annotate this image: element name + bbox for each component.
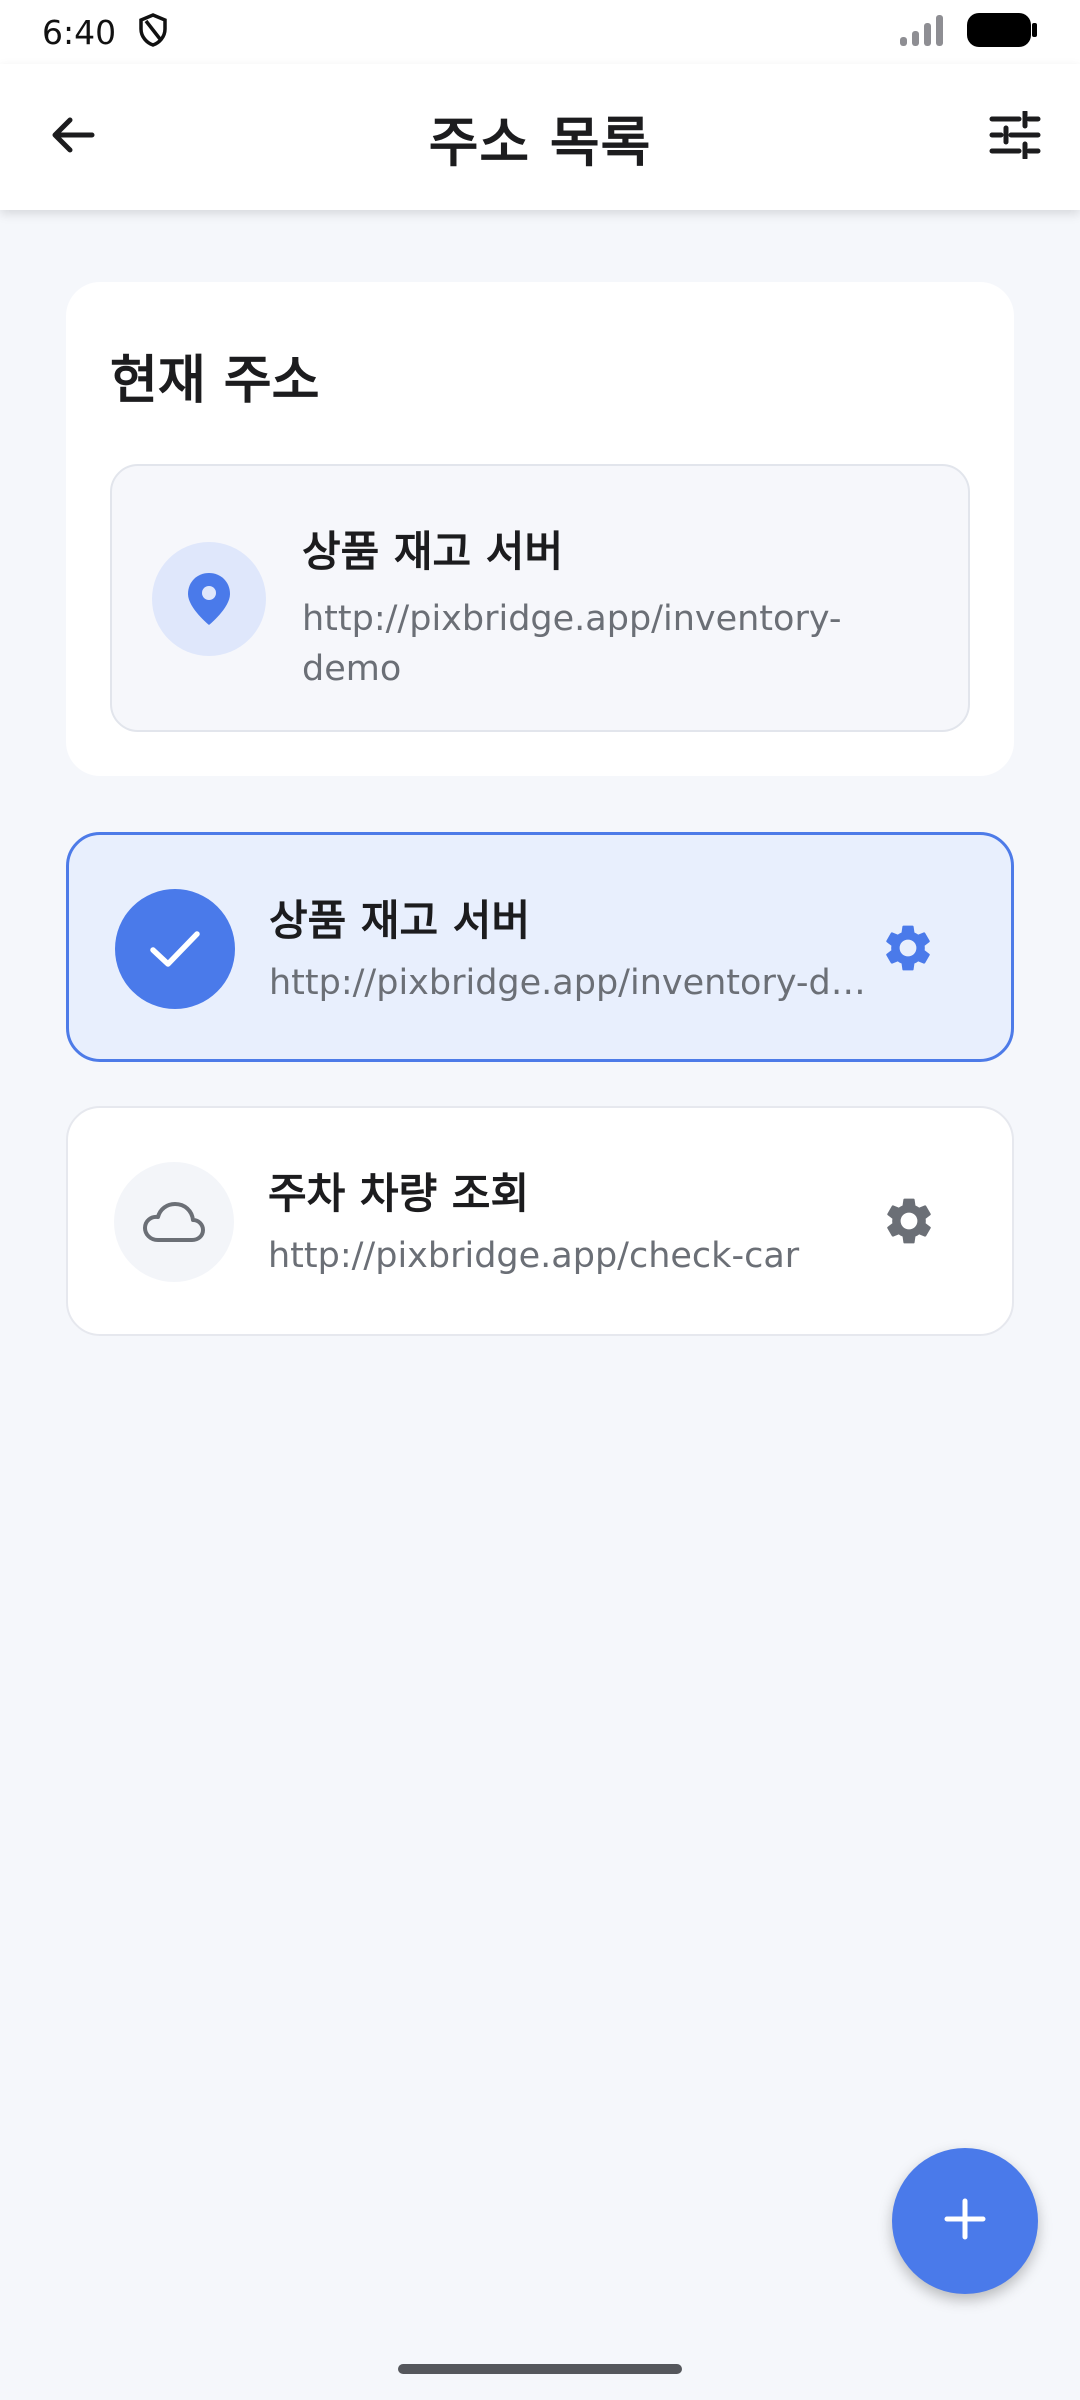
gesture-navigation-bar[interactable] bbox=[398, 2364, 682, 2374]
server-url: http://pixbridge.app/inventory-demo bbox=[269, 963, 879, 1003]
back-button[interactable] bbox=[30, 94, 116, 180]
gear-icon bbox=[880, 920, 936, 980]
app-bar: 주소 목록 bbox=[0, 64, 1080, 210]
add-address-button[interactable] bbox=[892, 2148, 1038, 2294]
status-time: 6:40 bbox=[42, 12, 117, 52]
server-name: 상품 재고 서버 bbox=[269, 896, 531, 945]
current-address-item: 상품 재고 서버 http://pixbridge.app/inventory-… bbox=[110, 464, 970, 732]
status-bar: 6:40 bbox=[0, 0, 1080, 64]
tune-icon bbox=[989, 109, 1041, 163]
status-left: 6:40 bbox=[42, 13, 168, 52]
location-pin-icon bbox=[152, 542, 266, 656]
battery-icon bbox=[966, 12, 1038, 52]
signal-icon bbox=[898, 13, 946, 51]
shield-icon bbox=[138, 13, 168, 51]
current-address-url: http://pixbridge.app/inventory-demo bbox=[302, 599, 842, 689]
server-url: http://pixbridge.app/check-car bbox=[268, 1236, 800, 1276]
filter-button[interactable] bbox=[972, 94, 1058, 180]
status-right bbox=[898, 12, 1038, 52]
server-settings-button[interactable] bbox=[871, 913, 945, 987]
current-address-card: 현재 주소 상품 재고 서버 http://pixbridge.app/inve… bbox=[66, 282, 1014, 776]
plus-icon bbox=[941, 2195, 989, 2247]
gear-icon bbox=[881, 1193, 937, 1253]
back-arrow-icon bbox=[48, 110, 98, 164]
current-address-heading: 현재 주소 bbox=[110, 351, 320, 411]
server-item-parking[interactable]: 주차 차량 조회 http://pixbridge.app/check-car bbox=[66, 1106, 1014, 1336]
check-icon bbox=[115, 889, 235, 1009]
server-item-inventory[interactable]: 상품 재고 서버 http://pixbridge.app/inventory-… bbox=[66, 832, 1014, 1062]
server-settings-button[interactable] bbox=[872, 1186, 946, 1260]
server-name: 주차 차량 조회 bbox=[268, 1169, 530, 1218]
current-address-name: 상품 재고 서버 bbox=[302, 527, 564, 576]
page-title: 주소 목록 bbox=[428, 110, 652, 174]
cloud-icon bbox=[114, 1162, 234, 1282]
address-list-screen: 6:40 주소 목록 현재 주소 상품 재고 서버 http://pixbrid… bbox=[0, 0, 1080, 2400]
